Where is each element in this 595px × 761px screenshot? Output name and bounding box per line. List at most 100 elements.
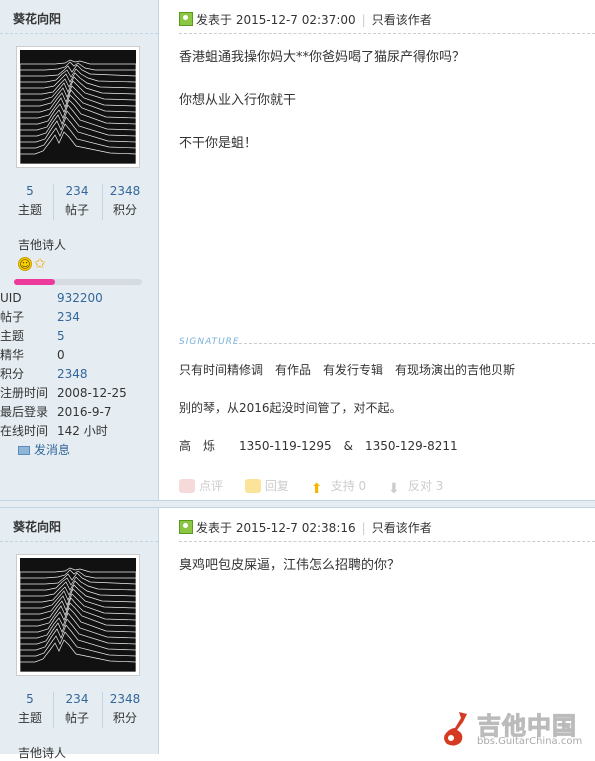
post-body: 香港蛆通我操你妈大**你爸妈喝了猫尿产得你吗？ 你想从业入行你就干 不干你是蛆！ [179, 48, 465, 177]
stat-topics-label: 主题 [17, 711, 42, 725]
info-value-credits[interactable]: 2348 [57, 365, 88, 384]
info-row-topics: 主题 5 [0, 327, 158, 346]
signature-line: 别的琴，从2016起没时间管了，对不起。 [179, 401, 402, 415]
thumb-down-icon: ⬇ [387, 481, 400, 497]
stat-credits-count[interactable]: 2348 [100, 184, 150, 198]
author-only-link[interactable]: 只看该作者 [372, 13, 432, 27]
signature-divider [239, 343, 595, 344]
signature-line: 只有时间精修调 有作品 有发行专辑 有现场演出的吉他贝斯 [179, 363, 516, 377]
info-key: 积分 [0, 367, 25, 381]
level-progress-fill [14, 279, 55, 285]
info-row-uid: UID 932200 [0, 289, 158, 308]
avatar[interactable] [16, 554, 140, 676]
rate-icon [179, 479, 195, 493]
info-value-lastlogin: 2016-9-7 [57, 405, 112, 419]
info-row-lastlogin: 最后登录 2016-9-7 [0, 403, 158, 422]
sidebar-divider [0, 33, 158, 34]
signature-label: SIGNATURE [179, 337, 240, 347]
envelope-icon [18, 446, 30, 455]
avatar-image [20, 558, 136, 672]
stat-credits[interactable]: 2348 积分 [100, 692, 150, 726]
info-value-regdate: 2008-12-25 [57, 386, 127, 400]
avatar[interactable] [16, 46, 140, 168]
stat-credits-label: 积分 [112, 203, 137, 217]
oppose-button[interactable]: ⬇ 反对 3 [387, 479, 444, 497]
info-row-online: 在线时间 142 小时 [0, 422, 158, 441]
stat-topics[interactable]: 5 主题 [5, 184, 55, 218]
info-key: 在线时间 [0, 424, 49, 438]
post-body-line: 香港蛆通我操你妈大**你爸妈喝了猫尿产得你吗？ [179, 50, 466, 65]
stat-topics-count[interactable]: 5 [5, 184, 55, 198]
stat-topics[interactable]: 5 主题 [5, 692, 55, 726]
header-separator: | [361, 521, 366, 535]
info-key: 注册时间 [0, 386, 49, 400]
info-row-regdate: 注册时间 2008-12-25 [0, 384, 158, 403]
post-body-line: 你想从业入行你就干 [179, 93, 297, 108]
user-title: 吉他诗人 [18, 238, 67, 252]
user-title: 吉他诗人 [18, 746, 67, 760]
site-watermark: 吉他中国 bbs.GuitarChina.com [439, 706, 589, 752]
stat-posts[interactable]: 234 帖子 [52, 184, 102, 218]
author-info-list: UID 932200 帖子 234 主题 5 精华 0 积分 2348 注册时间 2008-… [0, 289, 158, 441]
info-key: 主题 [0, 329, 25, 343]
stat-credits-label: 积分 [112, 711, 137, 725]
avatar-image [20, 50, 136, 164]
post-header-divider [179, 33, 595, 34]
stat-posts-label: 帖子 [64, 203, 89, 217]
post-body-line: 臭鸡吧包皮屎逼，江伟怎么招聘的你？ [179, 558, 401, 573]
rate-button[interactable]: 点评 [179, 479, 223, 493]
online-status-icon [179, 520, 193, 534]
stat-posts[interactable]: 234 帖子 [52, 692, 102, 726]
send-message-label: 发消息 [34, 443, 71, 457]
stat-credits-count[interactable]: 2348 [100, 692, 150, 706]
post-header: 发表于 2015-12-7 02:37:00 | 只看该作者 [179, 11, 432, 28]
post-header-divider [179, 541, 595, 542]
post-header: 发表于 2015-12-7 02:38:16 | 只看该作者 [179, 519, 432, 536]
send-message-link[interactable]: 发消息 [18, 441, 70, 458]
info-key: 最后登录 [0, 405, 49, 419]
author-sidebar: 葵花向阳 [0, 0, 159, 500]
thumb-up-icon: ⬆ [310, 481, 323, 497]
stat-credits[interactable]: 2348 积分 [100, 184, 150, 218]
star-medal-icon: ✩ [34, 256, 46, 272]
post-date: 发表于 2015-12-7 02:37:00 [196, 13, 356, 27]
info-value-topics[interactable]: 5 [57, 327, 65, 346]
watermark-url: bbs.GuitarChina.com [477, 736, 583, 747]
info-key: UID [0, 291, 22, 305]
sidebar-divider [0, 541, 158, 542]
stat-topics-count[interactable]: 5 [5, 692, 55, 706]
post-date: 发表于 2015-12-7 02:38:16 [196, 521, 356, 535]
info-row-digest: 精华 0 [0, 346, 158, 365]
info-value-digest: 0 [57, 348, 65, 362]
info-row-posts: 帖子 234 [0, 308, 158, 327]
info-value-online: 142 小时 [57, 424, 108, 438]
rate-label: 点评 [199, 479, 224, 493]
medals: ☺ ✩ [18, 256, 46, 272]
guitar-logo-icon [444, 712, 467, 746]
header-separator: | [361, 13, 366, 27]
support-button[interactable]: ⬆ 支持 0 [310, 479, 366, 497]
oppose-label: 反对 3 [407, 479, 444, 493]
online-status-icon [179, 12, 193, 26]
author-name[interactable]: 葵花向阳 [13, 518, 61, 535]
info-value-posts[interactable]: 234 [57, 308, 80, 327]
post-actions: 点评 回复 ⬆ 支持 0 ⬇ 反对 3 [179, 477, 461, 497]
smile-medal-icon: ☺ [18, 257, 32, 271]
stat-posts-count[interactable]: 234 [52, 184, 102, 198]
info-row-credits: 积分 2348 [0, 365, 158, 384]
stat-topics-label: 主题 [17, 203, 42, 217]
info-value-uid[interactable]: 932200 [57, 289, 103, 308]
reply-button[interactable]: 回复 [244, 479, 289, 493]
post-1: 葵花向阳 5 主题 234 帖子 2348 积分 吉他诗人 ☺ ✩ UID 93… [0, 0, 595, 500]
level-progress-bar [14, 279, 142, 285]
post-body: 臭鸡吧包皮屎逼，江伟怎么招聘的你？ [179, 556, 400, 599]
info-key: 精华 [0, 348, 25, 362]
author-sidebar: 葵花向阳 [0, 508, 159, 760]
post-body-line: 不干你是蛆！ [179, 136, 258, 151]
post-content: 发表于 2015-12-7 02:37:00 | 只看该作者 香港蛆通我操你妈大**… [159, 0, 595, 500]
reply-label: 回复 [264, 479, 289, 493]
stat-posts-count[interactable]: 234 [52, 692, 102, 706]
author-name[interactable]: 葵花向阳 [13, 10, 61, 27]
signature-line: 高 烁 1350-119-1295 & 1350-129-8211 [179, 439, 458, 453]
author-only-link[interactable]: 只看该作者 [372, 521, 432, 535]
